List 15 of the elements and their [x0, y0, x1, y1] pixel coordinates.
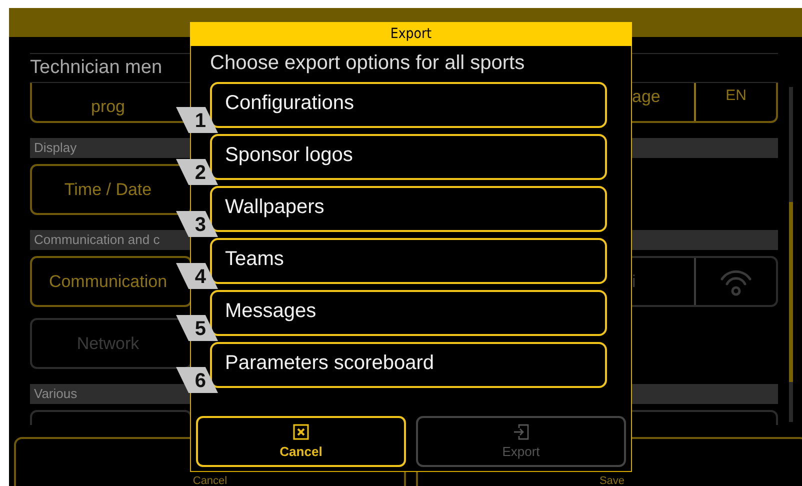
option-button[interactable]: Wallpapers	[210, 186, 607, 232]
setting-value: EN	[726, 87, 746, 104]
menu-title: Technician men	[30, 57, 162, 79]
close-icon	[293, 424, 309, 440]
option-button[interactable]: Sponsor logos	[210, 134, 607, 180]
option-button[interactable]: Configurations	[210, 82, 607, 128]
cancel-button[interactable]: Cancel	[196, 416, 406, 467]
option-button[interactable]: Messages	[210, 290, 607, 336]
dialog-prompt: Choose export options for all sports	[209, 51, 526, 76]
export-icon	[513, 424, 529, 440]
scrollbar[interactable]	[789, 87, 793, 422]
scroll-thumb[interactable]	[789, 202, 793, 382]
option-button[interactable]: Parameters scoreboard	[210, 342, 607, 388]
option-button[interactable]: Teams	[210, 238, 607, 284]
dialog-title: Export	[190, 22, 632, 46]
